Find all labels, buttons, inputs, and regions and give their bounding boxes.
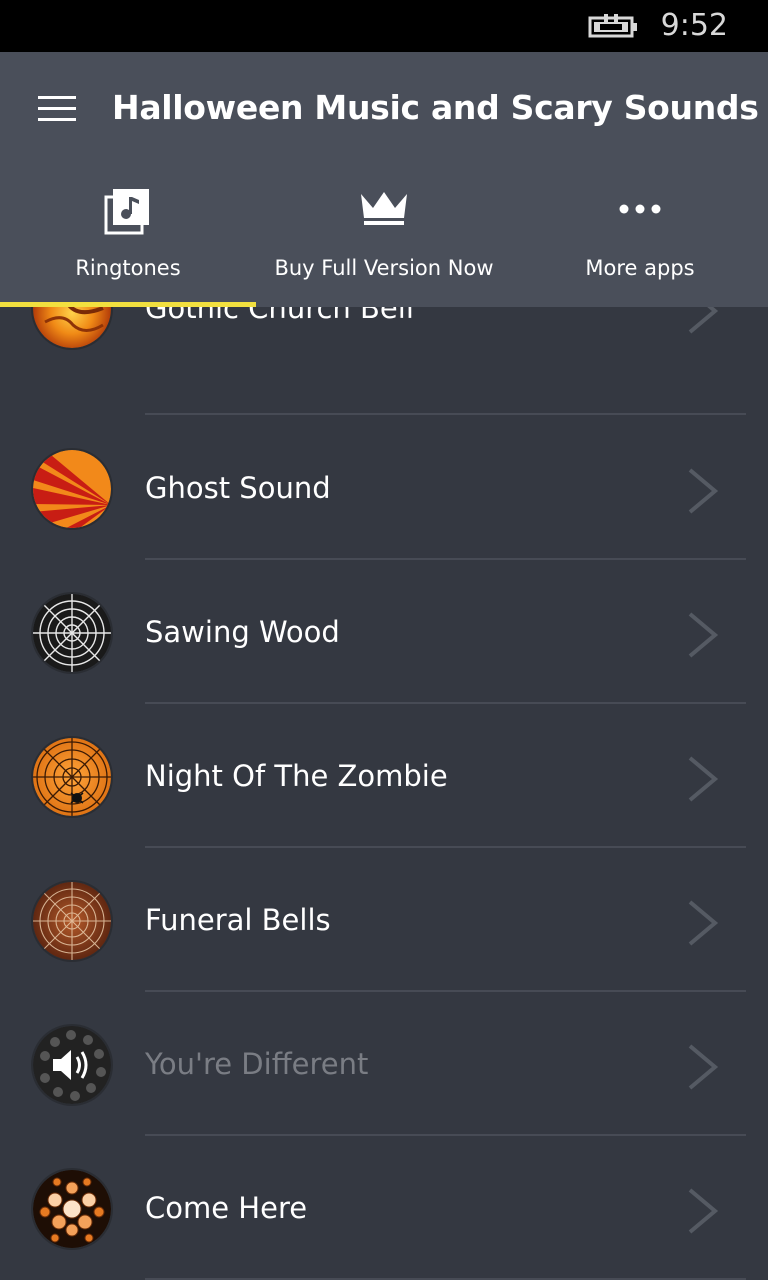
- list-item[interactable]: Funeral Bells: [0, 846, 768, 992]
- battery-charging-icon: [588, 14, 637, 38]
- page-title: Halloween Music and Scary Sounds: [112, 88, 759, 127]
- chevron-right-icon: [688, 900, 719, 946]
- chevron-right-icon: [688, 307, 719, 334]
- chevron-right-icon: [688, 756, 719, 802]
- spider-web-grey-icon: [33, 594, 111, 672]
- list-item-label: Come Here: [145, 1191, 308, 1225]
- list-item[interactable]: Night Of The Zombie: [0, 702, 768, 848]
- chevron-right-icon: [688, 612, 719, 658]
- more-dots-icon: [619, 204, 661, 214]
- status-bar: 9:52: [0, 0, 768, 52]
- tab-buy-full-version[interactable]: Buy Full Version Now: [256, 172, 512, 307]
- hamburger-menu-icon[interactable]: [38, 96, 76, 124]
- list-item[interactable]: Sawing Wood: [0, 558, 768, 704]
- list-item[interactable]: Gothic Church Bell: [0, 307, 768, 415]
- chevron-right-icon: [688, 1044, 719, 1090]
- app-header: Halloween Music and Scary Sounds Rington…: [0, 52, 768, 307]
- chevron-right-icon: [688, 1188, 719, 1234]
- tab-buy-full-version-label: Buy Full Version Now: [274, 256, 494, 280]
- tab-more-apps[interactable]: More apps: [512, 172, 768, 307]
- tab-ringtones[interactable]: Ringtones: [0, 172, 256, 307]
- list-item-label: Gothic Church Bell: [145, 307, 414, 325]
- chevron-right-icon: [688, 468, 719, 514]
- orange-bubbles-icon: [33, 1170, 111, 1248]
- crown-icon: [361, 192, 407, 225]
- red-stripes-icon: [33, 450, 111, 528]
- spider-web-brown-icon: [33, 882, 111, 960]
- music-note-icon: [104, 189, 149, 235]
- fire-orange-icon: [33, 307, 111, 348]
- list-item-label: You're Different: [145, 1047, 369, 1081]
- tab-ringtones-label: Ringtones: [75, 256, 181, 280]
- list-item[interactable]: Come Here: [0, 1134, 768, 1280]
- list-item[interactable]: You're Different: [0, 990, 768, 1136]
- list-item-label: Funeral Bells: [145, 903, 331, 937]
- tab-bar: Ringtones Buy Full Version Now More apps: [0, 172, 768, 307]
- list-item[interactable]: Ghost Sound: [0, 414, 768, 560]
- spider-web-orange-icon: [33, 738, 111, 816]
- ringtone-list[interactable]: Gothic Church Bell Ghost Sound Sawing Wo…: [0, 307, 768, 1280]
- list-item-label: Ghost Sound: [145, 471, 331, 505]
- tab-more-apps-label: More apps: [585, 256, 695, 280]
- speaker-playing-icon: [33, 1026, 111, 1104]
- list-item-label: Night Of The Zombie: [145, 759, 448, 793]
- status-time: 9:52: [660, 8, 728, 43]
- list-item-label: Sawing Wood: [145, 615, 340, 649]
